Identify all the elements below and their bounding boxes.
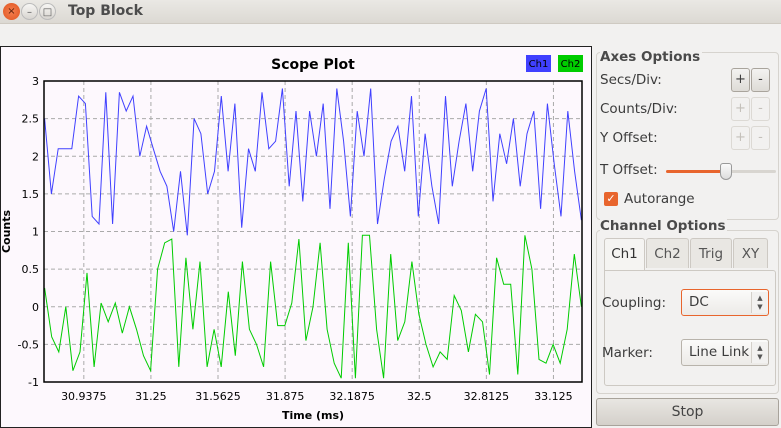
y-tick-label: 1 (32, 226, 39, 239)
window-title: Top Block (68, 3, 143, 19)
y-tick-label: 0 (32, 301, 39, 314)
slider-track (729, 170, 776, 173)
secs-div-label: Secs/Div: (600, 72, 662, 88)
y-tick-label: -1 (28, 376, 39, 389)
title-bar: × – □ Top Block (0, 0, 781, 24)
tab-panel-ch1 (604, 270, 776, 386)
tab-ch1[interactable]: Ch1 (604, 238, 645, 270)
channel-tabs: Ch1 Ch2 Trig XY (598, 238, 778, 272)
y-tick-label: 0.5 (22, 263, 40, 276)
marker-select[interactable]: Line Link ▲ ▼ (681, 339, 769, 366)
tab-xy[interactable]: XY (733, 238, 768, 268)
coupling-select[interactable]: DC ▲ ▼ (681, 289, 769, 316)
autorange-checkbox[interactable]: ✓ (604, 192, 618, 206)
autorange-label: Autorange (624, 191, 695, 207)
x-tick-label: 31.25 (135, 390, 167, 403)
x-tick-label: 32.1875 (329, 390, 375, 403)
minimize-icon: – (27, 7, 32, 18)
control-panel: Axes Options Secs/Div: + - Counts/Div: +… (594, 44, 781, 428)
marker-value: Line Link (689, 344, 750, 360)
x-tick-label: 32.8125 (464, 390, 510, 403)
close-button[interactable]: × (3, 3, 20, 20)
legend-label-ch2: Ch2 (561, 59, 581, 70)
y-tick-label: 1.5 (22, 188, 40, 201)
tab-trig[interactable]: Trig (690, 238, 732, 268)
y-tick-label: -0.5 (18, 338, 39, 351)
x-axis-label: Time (ms) (282, 409, 344, 422)
slider-fill (666, 170, 722, 173)
secs-div-minus-button[interactable]: - (751, 68, 770, 92)
x-tick-label: 32.5 (407, 390, 432, 403)
axes-options-title: Axes Options (600, 49, 703, 65)
x-tick-label: 30.9375 (61, 390, 107, 403)
tab-ch2[interactable]: Ch2 (646, 238, 689, 268)
y-offset-minus-button[interactable]: - (751, 126, 770, 150)
close-icon: × (7, 6, 16, 17)
x-tick-label: 31.5625 (195, 390, 241, 403)
y-offset-label: Y Offset: (600, 130, 658, 146)
t-offset-slider[interactable] (666, 162, 776, 180)
counts-div-minus-button[interactable]: - (751, 97, 770, 121)
secs-div-plus-button[interactable]: + (731, 68, 750, 92)
spin-arrows-icon: ▲ ▼ (751, 292, 768, 313)
legend-label-ch1: Ch1 (529, 59, 549, 70)
y-tick-label: 2.5 (22, 113, 40, 126)
maximize-icon: □ (42, 7, 53, 18)
chart-title: Scope Plot (271, 57, 355, 73)
spin-arrows-icon: ▲ ▼ (751, 342, 768, 363)
coupling-label: Coupling: (602, 295, 666, 311)
coupling-value: DC (689, 294, 709, 310)
maximize-button[interactable]: □ (39, 3, 56, 20)
x-tick-label: 31.875 (266, 390, 305, 403)
t-offset-label: T Offset: (600, 162, 658, 178)
y-tick-label: 2 (32, 150, 39, 163)
counts-div-plus-button[interactable]: + (731, 97, 750, 121)
y-axis-label: Counts (1, 210, 13, 254)
marker-label: Marker: (602, 345, 653, 361)
y-offset-plus-button[interactable]: + (731, 126, 750, 150)
stop-button[interactable]: Stop (596, 398, 779, 426)
scope-chart: 32.521.510.50-0.5-130.9375 31.25 31.5625 31… (1, 55, 583, 422)
minimize-button[interactable]: – (21, 3, 38, 20)
x-tick-label: 33.125 (534, 390, 573, 403)
y-tick-label: 3 (32, 75, 39, 88)
counts-div-label: Counts/Div: (600, 101, 678, 117)
slider-handle[interactable] (719, 163, 732, 180)
scope-plot[interactable]: 3 2.5 2 1.5 1 0.5 0 -0.5 -1 30.9375 31.25 31.5625 31… (0, 46, 592, 428)
channel-options-title: Channel Options (600, 218, 728, 234)
